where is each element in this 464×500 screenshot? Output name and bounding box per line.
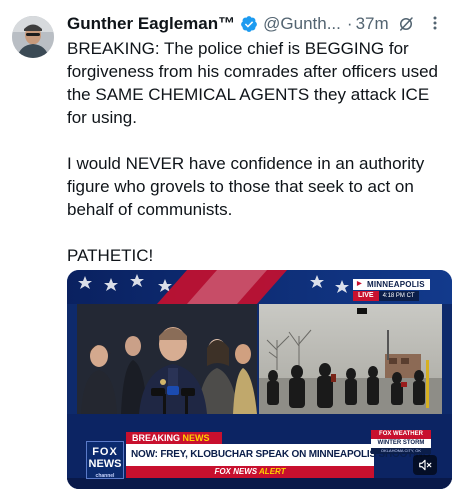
- tweet-text: BREAKING: The police chief is BEGGING fo…: [67, 39, 439, 265]
- alert-prefix: FOX NEWS: [214, 467, 260, 476]
- breaking-prefix: BREAKING: [132, 433, 183, 443]
- grok-icon[interactable]: [397, 15, 415, 33]
- alert-word: ALERT: [259, 467, 286, 476]
- more-icon[interactable]: [425, 13, 445, 33]
- logo-line-channel: channel: [95, 473, 115, 479]
- chyron-headline: NOW: FREY, KLOBUCHAR SPEAK ON MINNEAPOLI…: [126, 444, 430, 466]
- avatar[interactable]: [12, 16, 54, 58]
- logo-line-news: NEWS: [88, 458, 122, 470]
- tweet[interactable]: Gunther Eagleman™ @Gunth... · 37m BREAKI…: [0, 0, 464, 500]
- verified-badge-icon[interactable]: [240, 15, 258, 33]
- live-time: 4:18 PM CT: [378, 291, 419, 301]
- logo-line-fox: FOX: [92, 446, 118, 458]
- fox-news-alert-bar: FOX NEWS ALERT: [126, 466, 374, 478]
- breaking-news-label: BREAKING NEWS: [126, 432, 222, 444]
- live-label: LIVE: [353, 291, 379, 301]
- timestamp[interactable]: 37m: [356, 14, 389, 34]
- live-location: MINNEAPOLIS: [353, 279, 430, 290]
- weather-subtitle: OKLAHOMA CITY, OK: [371, 448, 431, 454]
- author-name[interactable]: Gunther Eagleman™: [67, 14, 235, 34]
- fox-news-logo: FOX NEWS channel: [86, 441, 124, 479]
- avatar-image: [12, 16, 54, 58]
- separator-dot: ·: [346, 14, 353, 33]
- breaking-news-word: NEWS: [182, 433, 210, 443]
- author-handle[interactable]: @Gunth...: [263, 14, 341, 34]
- live-row: LIVE 4:18 PM CT: [353, 291, 419, 301]
- tweet-video[interactable]: MINNEAPOLIS LIVE 4:18 PM CT FOX NEWS cha…: [67, 270, 452, 489]
- tweet-header: Gunther Eagleman™ @Gunth... · 37m: [67, 11, 457, 37]
- mute-button[interactable]: [413, 455, 437, 475]
- speaker-muted-icon: [419, 459, 432, 471]
- weather-title: WINTER STORM: [371, 439, 431, 448]
- weather-widget: FOX WEATHER WINTER STORM OKLAHOMA CITY, …: [371, 430, 431, 454]
- weather-label: FOX WEATHER: [371, 430, 431, 439]
- live-badge: MINNEAPOLIS LIVE 4:18 PM CT: [353, 279, 430, 302]
